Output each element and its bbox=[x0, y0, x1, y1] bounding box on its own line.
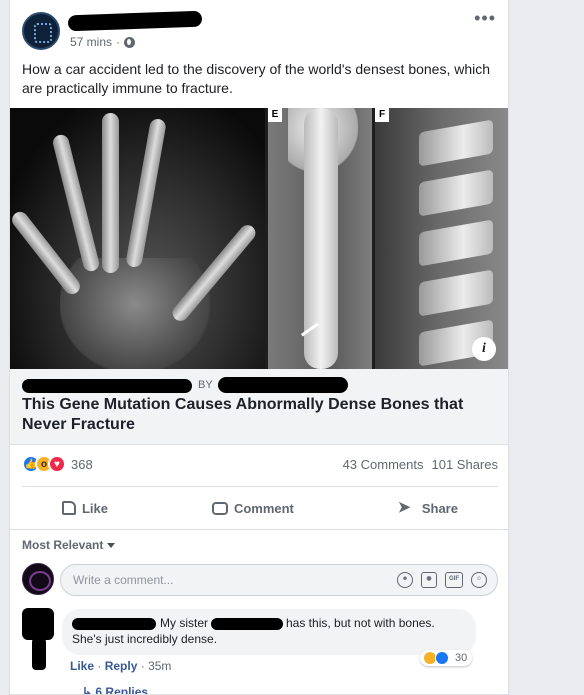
post-stats: 👍 o ♥ 368 43 Comments 101 Shares bbox=[10, 453, 508, 477]
post-actions: Like Comment ➤ Share bbox=[10, 492, 508, 524]
caret-down-icon bbox=[107, 543, 116, 549]
sticker-icon[interactable]: ☺ bbox=[471, 572, 487, 588]
post-card: 57 mins · ••• How a car accident led to … bbox=[9, 0, 509, 695]
sort-label: Most Relevant bbox=[22, 538, 104, 552]
engagement-counts: 43 Comments 101 Shares bbox=[343, 457, 498, 472]
vertebra bbox=[419, 119, 493, 167]
comment-text-2: has this, but not with bones. bbox=[286, 616, 435, 630]
comment-label: Comment bbox=[233, 500, 294, 516]
finger-bone bbox=[125, 117, 167, 269]
shares-count[interactable]: 101 Shares bbox=[432, 457, 499, 472]
emoji-icon[interactable]: ☻ bbox=[397, 572, 413, 588]
link-image[interactable]: E F i bbox=[10, 108, 508, 369]
like-button[interactable]: Like bbox=[61, 500, 108, 516]
comment-like-link[interactable]: Like bbox=[70, 659, 94, 673]
comments-section: Most Relevant Write a comment... ☻ ◉ GIF… bbox=[10, 529, 508, 695]
comment-reaction-count: 30 bbox=[455, 652, 468, 664]
divider bbox=[22, 486, 498, 487]
redaction-mark bbox=[32, 638, 46, 670]
finger-bone bbox=[102, 113, 119, 273]
share-arrow-icon: ➤ bbox=[397, 499, 411, 516]
redacted-author bbox=[218, 377, 348, 393]
replies-label: 6 Replies bbox=[95, 685, 149, 695]
comment-text-3: She's just incredibly dense. bbox=[72, 632, 218, 646]
comment-time[interactable]: 35m bbox=[148, 659, 171, 673]
globe-icon[interactable] bbox=[124, 36, 136, 48]
by-label: BY bbox=[198, 379, 213, 391]
redacted-page-name bbox=[67, 10, 203, 32]
share-button[interactable]: ➤ Share bbox=[398, 500, 458, 516]
comment-reactions[interactable]: 30 bbox=[420, 650, 473, 666]
panel-label-e: E bbox=[268, 108, 282, 122]
share-label: Share bbox=[421, 500, 458, 516]
femur-xray-panel: E bbox=[268, 108, 372, 369]
page-avatar[interactable] bbox=[22, 12, 60, 50]
comment-reply-link[interactable]: Reply bbox=[105, 659, 138, 673]
comment-bubble: My sister has this, but not with bones. S… bbox=[62, 609, 476, 655]
view-replies-link[interactable]: ↳ 6 Replies bbox=[82, 685, 149, 695]
finger-bone bbox=[51, 133, 101, 273]
comment-placeholder: Write a comment... bbox=[73, 573, 174, 587]
more-options-icon[interactable]: ••• bbox=[474, 9, 496, 27]
comment-icon bbox=[211, 501, 228, 515]
camera-icon[interactable]: ◉ bbox=[421, 572, 437, 588]
link-title[interactable]: This Gene Mutation Causes Abnormally Den… bbox=[22, 395, 492, 435]
comment-text-1: My sister bbox=[160, 616, 208, 630]
comments-count[interactable]: 43 Comments bbox=[343, 457, 424, 472]
redacted-name bbox=[211, 617, 283, 630]
post-header: 57 mins · ••• bbox=[10, 0, 508, 56]
vertebra bbox=[419, 219, 493, 267]
user-avatar[interactable] bbox=[22, 563, 54, 595]
spine-xray-panel: F bbox=[375, 108, 508, 369]
redacted-source bbox=[22, 379, 192, 393]
comment-actions: Like · Reply · 35m bbox=[70, 659, 172, 673]
panel-label-f: F bbox=[375, 108, 389, 122]
comment-input[interactable]: Write a comment... ☻ ◉ GIF ☺ bbox=[60, 564, 498, 596]
link-source: BY bbox=[22, 377, 352, 393]
like-reaction-icon bbox=[435, 651, 449, 665]
comment-button[interactable]: Comment bbox=[211, 500, 294, 516]
redacted-commenter-name[interactable] bbox=[72, 617, 156, 630]
love-reaction-icon: ♥ bbox=[48, 455, 66, 473]
post-meta: 57 mins · bbox=[70, 35, 136, 49]
like-label: Like bbox=[81, 500, 108, 516]
reply-arrow-icon: ↳ bbox=[82, 685, 96, 695]
comment-input-icons: ☻ ◉ GIF ☺ bbox=[397, 572, 487, 588]
reaction-count: 368 bbox=[71, 456, 93, 472]
link-preview[interactable]: BY This Gene Mutation Causes Abnormally … bbox=[10, 369, 508, 445]
info-icon[interactable]: i bbox=[472, 337, 496, 361]
gif-icon[interactable]: GIF bbox=[445, 572, 463, 588]
meta-separator: · bbox=[116, 35, 121, 49]
thumbs-up-icon bbox=[61, 501, 76, 515]
hand-xray-panel bbox=[10, 108, 265, 369]
reactions-summary[interactable]: 👍 o ♥ 368 bbox=[22, 455, 93, 473]
comment-sort-dropdown[interactable]: Most Relevant bbox=[22, 538, 116, 552]
post-time[interactable]: 57 mins bbox=[70, 35, 112, 49]
commenter-avatar[interactable] bbox=[22, 608, 54, 640]
post-text: How a car accident led to the discovery … bbox=[22, 61, 491, 96]
vertebra bbox=[419, 169, 493, 217]
vertebra bbox=[419, 269, 493, 317]
